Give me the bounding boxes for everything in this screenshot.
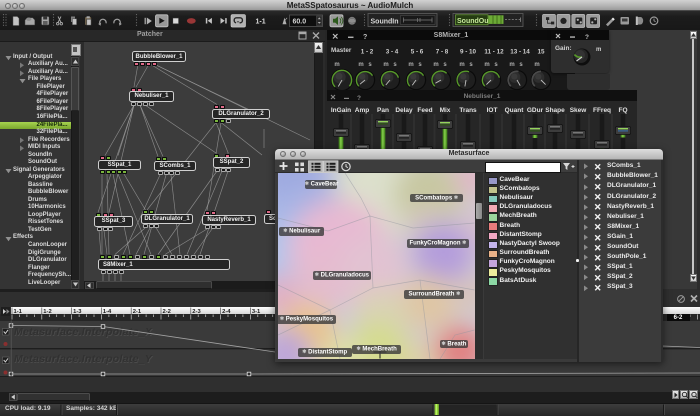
svg-text:13 - 14: 13 - 14 xyxy=(510,49,530,56)
svg-text:IOT: IOT xyxy=(487,107,498,114)
svg-text:Feed: Feed xyxy=(417,107,432,114)
svg-text:Delay: Delay xyxy=(395,107,413,114)
svg-text:m: m xyxy=(433,62,438,68)
svg-text:Mix: Mix xyxy=(440,107,451,114)
svg-text:m: m xyxy=(383,62,388,68)
svg-text:m: m xyxy=(509,62,514,68)
svg-text:m: m xyxy=(334,62,339,68)
svg-text:1 - 2: 1 - 2 xyxy=(361,49,374,56)
svg-text:Quant: Quant xyxy=(505,107,525,114)
svg-text:?: ? xyxy=(585,33,589,39)
svg-text:s: s xyxy=(393,62,397,68)
svg-text:m: m xyxy=(408,62,413,68)
svg-text:Amp: Amp xyxy=(355,107,369,114)
svg-text:s: s xyxy=(418,62,422,68)
svg-text:7 - 8: 7 - 8 xyxy=(436,49,449,56)
svg-text:15: 15 xyxy=(537,49,545,56)
svg-text:Trans: Trans xyxy=(459,107,477,114)
svg-text:11 - 12: 11 - 12 xyxy=(484,49,504,56)
svg-text:SoundOut: SoundOut xyxy=(457,18,491,25)
svg-text:FFreq: FFreq xyxy=(593,107,611,114)
svg-text:FQ: FQ xyxy=(618,107,627,114)
svg-text:SoundIn: SoundIn xyxy=(371,19,399,26)
svg-text:5 - 6: 5 - 6 xyxy=(411,49,424,56)
svg-text:3 - 4: 3 - 4 xyxy=(386,49,399,56)
svg-text:m: m xyxy=(484,62,489,68)
svg-text:m: m xyxy=(358,62,363,68)
svg-text:InGain: InGain xyxy=(331,107,351,114)
svg-text:s: s xyxy=(469,62,473,68)
svg-text:GDur: GDur xyxy=(527,107,544,114)
svg-text:60.0: 60.0 xyxy=(293,18,307,25)
svg-text:1-1: 1-1 xyxy=(256,18,266,25)
svg-text:Master: Master xyxy=(331,47,352,54)
svg-text:Pan: Pan xyxy=(377,107,389,114)
svg-text:Shape: Shape xyxy=(545,107,565,114)
svg-text:9 - 10: 9 - 10 xyxy=(460,49,477,56)
svg-text:s: s xyxy=(443,62,447,68)
svg-text:s: s xyxy=(368,62,372,68)
svg-text:s: s xyxy=(494,62,498,68)
svg-text:s: s xyxy=(519,62,523,68)
svg-text:Skew: Skew xyxy=(570,107,588,114)
svg-text:m: m xyxy=(534,62,539,68)
svg-text:m: m xyxy=(459,62,464,68)
